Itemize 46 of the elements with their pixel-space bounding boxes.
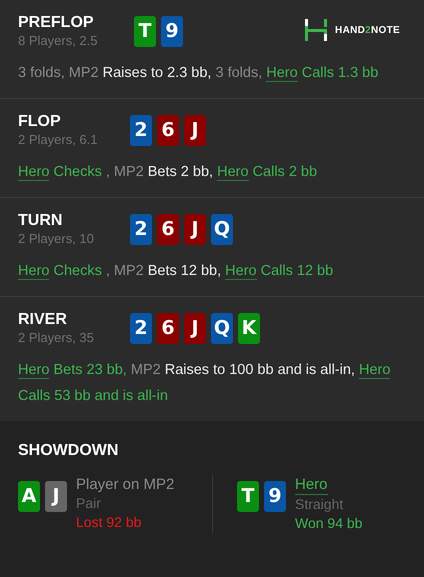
logo-icon (305, 19, 328, 41)
street-title: TURN (18, 211, 64, 231)
hand-rank: Straight (295, 495, 344, 514)
playing-card: J (184, 313, 206, 344)
hero-link[interactable]: Hero (217, 164, 249, 181)
playing-card: J (184, 214, 206, 245)
result-text: Won 94 bb (295, 514, 362, 533)
playing-card: Q (211, 313, 233, 344)
street-title: FLOP (18, 112, 62, 132)
logo-text: HAND2NOTE (335, 24, 400, 38)
playing-card: J (184, 115, 206, 146)
playing-card: 6 (157, 214, 179, 245)
hero-link[interactable]: Hero (18, 263, 50, 280)
playing-card: K (238, 313, 260, 344)
showdown-title: SHOWDOWN (18, 441, 120, 461)
street-info: 2 Players, 35 (18, 330, 95, 345)
hero-link[interactable]: Hero (225, 263, 257, 280)
hero-link[interactable]: Hero (358, 362, 390, 379)
action-line: 3 folds, MP2 Raises to 2.3 bb, 3 folds, Hero Calls 1.3 bb (18, 64, 380, 84)
result-text: Lost 92 bb (76, 513, 142, 532)
hero-link[interactable]: Hero (18, 164, 50, 181)
playing-card: A (18, 481, 40, 512)
action-line: Hero Checks , MP2 Bets 12 bb, Hero Calls 12 bb (18, 262, 334, 282)
street-info: 2 Players, 6.1 (18, 132, 98, 147)
playing-card: 6 (157, 115, 179, 146)
street-info: 2 Players, 10 (18, 231, 95, 246)
hand-rank: Pair (76, 494, 102, 513)
action-line: Hero Checks , MP2 Bets 2 bb, Hero Calls 2 bb (18, 163, 318, 183)
playing-card: 9 (264, 481, 286, 512)
hero-link[interactable]: Hero (266, 65, 298, 82)
playing-card: 2 (130, 214, 152, 245)
playing-card: 2 (130, 313, 152, 344)
playing-card: 2 (130, 115, 152, 146)
street-info: 8 Players, 2.5 (18, 33, 98, 48)
playing-card: T (237, 481, 259, 512)
playing-card: Q (211, 214, 233, 245)
player-name: Player on MP2 (76, 475, 174, 494)
hero-link[interactable]: Hero (18, 362, 50, 379)
player-name[interactable]: Hero (295, 475, 328, 495)
street-title: RIVER (18, 310, 68, 330)
action-line: Hero Bets 23 bb, MP2 Raises to 100 bb and is all-in, Hero Calls 53 bb and is all-in (18, 361, 392, 406)
street-title: PREFLOP (18, 13, 95, 33)
playing-card: T (134, 16, 156, 47)
playing-card: 6 (157, 313, 179, 344)
playing-card: 9 (161, 16, 183, 47)
playing-card: J (45, 481, 67, 512)
